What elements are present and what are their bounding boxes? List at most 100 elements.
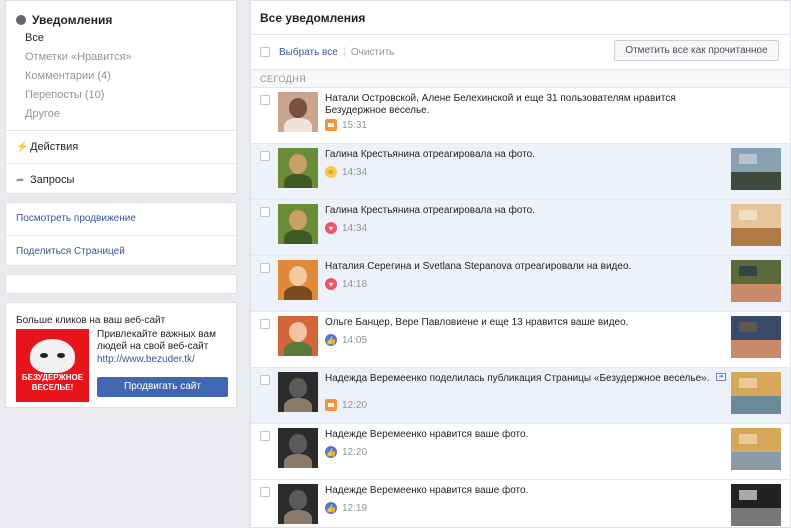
nav-requests-label: Запросы — [30, 174, 75, 186]
notification-thumbnail[interactable] — [731, 204, 781, 246]
notification-row[interactable]: Галина Крестьянина отреагировала на фото… — [251, 200, 790, 256]
nav-actions[interactable]: ⚡ Действия — [6, 131, 236, 163]
page-title: Все уведомления — [251, 1, 790, 35]
avatar[interactable] — [278, 204, 318, 244]
notification-checkbox[interactable] — [260, 151, 270, 161]
like-icon: 👍 — [325, 446, 337, 458]
notification-time: 14:18 — [342, 278, 368, 290]
notification-time: 12:20 — [342, 399, 368, 411]
notification-checkbox[interactable] — [260, 375, 270, 385]
share-page-link[interactable]: Поделиться Страницей — [6, 235, 236, 267]
lightning-icon: ⚡ — [16, 141, 29, 153]
notification-time: 14:34 — [342, 166, 368, 178]
promote-site-button[interactable]: Продвигать сайт — [97, 377, 228, 397]
ad-url-link[interactable]: http://www.bezuder.tk/ — [97, 354, 228, 365]
ad-image-text: БЕЗУДЕРЖНОЕ ВЕСЕЛЬЕ! — [21, 373, 84, 392]
notification-time: 12:19 — [342, 502, 368, 514]
notifications-main-panel: Все уведомления Выбрать все Очистить Отм… — [250, 0, 791, 528]
view-promotion-link[interactable]: Посмотреть продвижение — [6, 203, 236, 235]
filter-shares[interactable]: Перепосты (10) — [6, 86, 236, 105]
page-links-panel: Посмотреть продвижение Поделиться Страни… — [5, 202, 237, 266]
notification-row[interactable]: Галина Крестьянина отреагировала на фото… — [251, 144, 790, 200]
notification-time: 12:20 — [342, 446, 368, 458]
notification-row[interactable]: Наталия Серегина и Svetlana Stepanova от… — [251, 256, 790, 312]
notification-thumbnail[interactable] — [731, 316, 781, 358]
filter-likes[interactable]: Отметки «Нравится» — [6, 48, 236, 67]
arrow-icon: ➦ — [16, 174, 25, 186]
notification-text[interactable]: Наталия Серегина и Svetlana Stepanova от… — [325, 261, 723, 273]
notification-checkbox[interactable] — [260, 431, 270, 441]
globe-icon — [16, 14, 26, 25]
cat-face-image — [30, 339, 75, 373]
avatar[interactable] — [278, 92, 318, 132]
notification-text[interactable]: Галина Крестьянина отреагировала на фото… — [325, 205, 723, 217]
notification-meta: ♥ 14:18 — [325, 278, 367, 290]
notification-meta: 12:20 — [325, 399, 367, 411]
notification-time: 15:31 — [342, 119, 368, 131]
notification-row[interactable]: Натали Островской, Алене Белехинской и е… — [251, 88, 790, 144]
empty-panel — [5, 274, 237, 294]
notification-checkbox[interactable] — [260, 95, 270, 105]
nav-actions-label: Действия — [30, 141, 79, 153]
nav-requests[interactable]: ➦ Запросы — [6, 164, 236, 196]
select-all-checkbox[interactable] — [260, 47, 270, 57]
notification-list: Натали Островской, Алене Белехинской и е… — [251, 88, 790, 528]
select-all-link[interactable]: Выбрать все — [279, 47, 338, 58]
notification-row[interactable]: Надежде Веремеенко нравится ваше фото. 👍 1… — [251, 424, 790, 480]
filter-other[interactable]: Другое — [6, 105, 236, 124]
notification-thumbnail[interactable] — [731, 428, 781, 470]
notification-thumbnail[interactable] — [731, 484, 781, 526]
avatar[interactable] — [278, 260, 318, 300]
love-icon: ♥ — [325, 278, 337, 290]
clear-link[interactable]: Очистить — [351, 47, 395, 58]
cat-eye — [57, 353, 65, 358]
comment-icon — [325, 119, 337, 131]
notification-time: 14:34 — [342, 222, 368, 234]
divider — [343, 47, 345, 57]
notifications-toolbar: Выбрать все Очистить Отметить все как пр… — [251, 35, 790, 69]
notification-checkbox[interactable] — [260, 487, 270, 497]
notification-text[interactable]: Надежда Веремеенко поделилась публикация… — [325, 373, 723, 385]
mark-all-read-button[interactable]: Отметить все как прочитанное — [614, 40, 779, 61]
notification-text[interactable]: Надежде Веремеенко нравится ваше фото. — [325, 485, 723, 497]
filter-comments[interactable]: Комментарии (4) — [6, 67, 236, 86]
notification-meta: 👍 14:05 — [325, 334, 367, 346]
avatar[interactable] — [278, 148, 318, 188]
notification-row[interactable]: Надежде Веремеенко нравится ваше фото. 👍 1… — [251, 480, 790, 528]
notification-checkbox[interactable] — [260, 319, 270, 329]
notification-text[interactable]: Галина Крестьянина отреагировала на фото… — [325, 149, 723, 161]
notification-meta: 👍 12:19 — [325, 502, 367, 514]
notification-meta: 👍 12:20 — [325, 446, 367, 458]
ad-image[interactable]: БЕЗУДЕРЖНОЕ ВЕСЕЛЬЕ! — [16, 329, 89, 402]
notification-meta: ♥ 14:34 — [325, 222, 367, 234]
cat-eye — [40, 353, 48, 358]
notification-row[interactable]: Надежда Веремеенко поделилась публикация… — [251, 368, 790, 424]
notification-meta: 15:31 — [325, 119, 367, 131]
promo-ad-panel: Больше кликов на ваш веб-сайт БЕЗУДЕРЖНО… — [5, 302, 237, 408]
avatar[interactable] — [278, 484, 318, 524]
share-icon: ➜ — [716, 373, 726, 381]
notification-row[interactable]: Ольге Банцер, Вере Павловиене и еще 13 н… — [251, 312, 790, 368]
avatar[interactable] — [278, 372, 318, 412]
notification-time: 14:05 — [342, 334, 368, 346]
notification-text[interactable]: Надежде Веремеенко нравится ваше фото. — [325, 429, 723, 441]
love-icon: ♥ — [325, 222, 337, 234]
notification-thumbnail[interactable] — [731, 372, 781, 414]
notification-thumbnail[interactable] — [731, 260, 781, 302]
avatar[interactable] — [278, 316, 318, 356]
notification-meta: ☺ 14:34 — [325, 166, 367, 178]
like-icon: 👍 — [325, 334, 337, 346]
notification-checkbox[interactable] — [260, 263, 270, 273]
notification-text[interactable]: Ольге Банцер, Вере Павловиене и еще 13 н… — [325, 317, 723, 329]
notifications-nav-title: Уведомления — [32, 12, 113, 27]
filter-all[interactable]: Все — [6, 29, 236, 48]
avatar[interactable] — [278, 428, 318, 468]
comment-icon — [325, 399, 337, 411]
ad-title: Больше кликов на ваш веб-сайт — [16, 315, 166, 326]
notifications-nav-panel: Уведомления Все Отметки «Нравится» Комме… — [5, 0, 237, 194]
ad-description: Привлекайте важных вам людей на свой веб… — [97, 329, 216, 352]
notification-checkbox[interactable] — [260, 207, 270, 217]
notifications-nav-header[interactable]: Уведомления — [6, 1, 236, 29]
notification-text[interactable]: Натали Островской, Алене Белехинской и е… — [325, 93, 723, 117]
notification-thumbnail[interactable] — [731, 148, 781, 190]
